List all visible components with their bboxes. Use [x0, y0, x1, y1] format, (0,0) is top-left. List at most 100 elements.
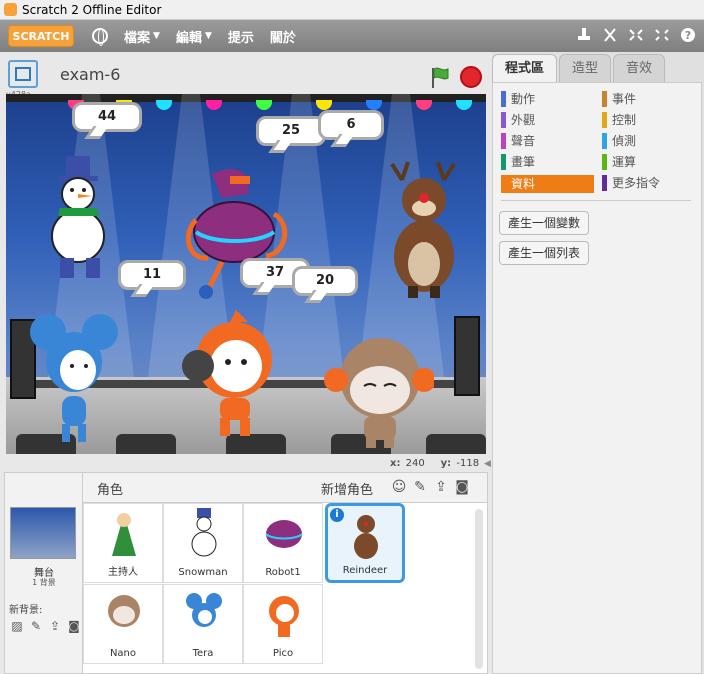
category-label: 偵測: [612, 134, 637, 148]
presentation-mode-button[interactable]: [8, 60, 38, 88]
menu-tips[interactable]: 提示: [228, 27, 254, 46]
mouse-x: 240: [405, 458, 425, 469]
stage-column: 舞台 1 背景 新背景: ▨ ✎ ⇪ ◙: [5, 473, 83, 673]
svg-text:?: ?: [685, 29, 691, 42]
project-name-field[interactable]: exam-6: [54, 62, 214, 88]
tab-scripts[interactable]: 程式區: [492, 54, 558, 82]
pico-sprite[interactable]: [178, 308, 288, 438]
window-titlebar: Scratch 2 Offline Editor: [0, 0, 704, 20]
category-sensing[interactable]: 偵測: [602, 133, 695, 149]
mouse-y: -118: [456, 458, 480, 469]
stop-button[interactable]: [460, 66, 482, 88]
block-categories: 動作 事件 外觀 控制 聲音 偵測 畫筆 運算 資料 更多指令: [501, 91, 695, 193]
sprite-name: Pico: [272, 648, 294, 659]
collapse-arrow-icon[interactable]: ◀: [484, 459, 492, 471]
stage-lamp: [316, 100, 332, 110]
sprite-tile-nano[interactable]: Nano: [83, 584, 163, 664]
green-flag-button[interactable]: [430, 66, 450, 88]
speech-bubble: 6: [318, 110, 384, 140]
palette-divider: [501, 200, 691, 201]
backdrop-count: 1 背景: [32, 578, 56, 587]
menu-file-label: 檔案: [124, 30, 151, 46]
category-label: 資料: [511, 177, 536, 191]
sprite-tile-pico[interactable]: Pico: [243, 584, 323, 664]
reindeer-sprite[interactable]: [382, 160, 472, 300]
upload-icon[interactable]: ⇪: [47, 619, 63, 633]
menu-edit[interactable]: 編輯 ▼: [176, 27, 212, 46]
new-sprite-label: 新增角色: [321, 483, 374, 498]
category-label: 聲音: [511, 134, 536, 148]
paintbrush-icon[interactable]: ✎: [412, 479, 428, 495]
stage-canvas[interactable]: 44 25 6 11 37 20: [6, 94, 486, 454]
speaker: [454, 316, 480, 396]
sprite-thumbnail: [186, 593, 222, 627]
category-data[interactable]: 資料: [501, 175, 594, 193]
menu-about-label: 關於: [269, 30, 296, 46]
delete-scissors-icon[interactable]: [602, 26, 618, 44]
paintbrush-icon[interactable]: ✎: [28, 619, 44, 633]
stage-lamp: [416, 100, 432, 110]
sprite-thumbnail: [269, 596, 299, 637]
upload-icon[interactable]: ⇪: [433, 479, 449, 495]
scratch-logo[interactable]: SCRATCH: [8, 25, 74, 47]
category-pen[interactable]: 畫筆: [501, 154, 594, 170]
nano-sprite[interactable]: [324, 330, 434, 450]
menu-file[interactable]: 檔案 ▼: [124, 27, 160, 46]
category-sound[interactable]: 聲音: [501, 133, 594, 149]
category-label: 更多指令: [612, 176, 661, 190]
window-title: Scratch 2 Offline Editor: [22, 2, 162, 17]
category-control[interactable]: 控制: [602, 112, 695, 128]
sprite-tile-robot1[interactable]: Robot1: [243, 503, 323, 583]
sprite-name: Robot1: [265, 567, 301, 578]
sprite-name: 主持人: [108, 567, 138, 578]
snowman-sprite[interactable]: [30, 154, 130, 284]
sprite-thumbnail: [108, 595, 140, 627]
shrink-icon[interactable]: [654, 26, 670, 44]
speech-bubble: 20: [292, 266, 358, 296]
duplicate-stamp-icon[interactable]: [576, 26, 592, 44]
sprite-tile-snowman[interactable]: Snowman: [163, 503, 243, 583]
tab-costumes[interactable]: 造型: [559, 54, 612, 82]
menubar: SCRATCH 檔案 ▼ 編輯 ▼ 提示 關於 ?: [0, 20, 704, 52]
tera-sprite[interactable]: [26, 304, 126, 444]
help-icon[interactable]: ?: [680, 26, 696, 44]
menu-tips-label: 提示: [227, 30, 254, 46]
stage-lamp: [156, 100, 172, 110]
new-backdrop-tools: ▨ ✎ ⇪ ◙: [9, 619, 82, 633]
stage-panel: v428a exam-6: [0, 52, 492, 472]
camera-icon[interactable]: ◙: [66, 619, 82, 633]
category-looks[interactable]: 外觀: [501, 112, 594, 128]
category-label: 控制: [612, 113, 637, 127]
y-label: y:: [440, 458, 452, 469]
stage-thumbnail[interactable]: [10, 507, 76, 559]
menu-about[interactable]: 關於: [270, 27, 296, 46]
sprite-list-scrollbar[interactable]: [475, 509, 483, 669]
category-motion[interactable]: 動作: [501, 91, 594, 107]
app-icon: [4, 3, 17, 16]
block-palette: 動作 事件 外觀 控制 聲音 偵測 畫筆 運算 資料 更多指令 產生一個變數 產…: [492, 82, 702, 674]
sprites-header: 角色 新增角色 ☺ ✎ ⇪ ◙: [83, 473, 487, 503]
sprite-library-icon[interactable]: ☺: [391, 479, 407, 495]
sprite-tile-reindeer[interactable]: i Reindeer: [325, 503, 405, 583]
make-list-button[interactable]: 產生一個列表: [499, 241, 590, 265]
category-more-blocks[interactable]: 更多指令: [602, 175, 695, 191]
stage-lamp: [456, 100, 472, 110]
category-label: 事件: [612, 92, 637, 106]
make-variable-button[interactable]: 產生一個變數: [499, 211, 590, 235]
sprite-tile-tera[interactable]: Tera: [163, 584, 243, 664]
x-label: x:: [390, 458, 401, 469]
speech-bubble: 44: [72, 102, 142, 132]
grow-icon[interactable]: [628, 26, 644, 44]
tab-sounds[interactable]: 音效: [613, 54, 666, 82]
category-operators[interactable]: 運算: [602, 154, 695, 170]
info-icon[interactable]: i: [330, 508, 344, 522]
sprite-name: Reindeer: [342, 565, 388, 576]
language-globe-icon[interactable]: [92, 28, 108, 46]
sprites-title: 角色: [97, 483, 124, 498]
menu-edit-label: 編輯: [175, 30, 202, 46]
sprite-tile-host[interactable]: 主持人: [83, 503, 163, 583]
camera-icon[interactable]: ◙: [454, 479, 470, 495]
paint-library-icon[interactable]: ▨: [9, 619, 25, 633]
category-label: 運算: [612, 155, 637, 169]
category-events[interactable]: 事件: [602, 91, 695, 107]
